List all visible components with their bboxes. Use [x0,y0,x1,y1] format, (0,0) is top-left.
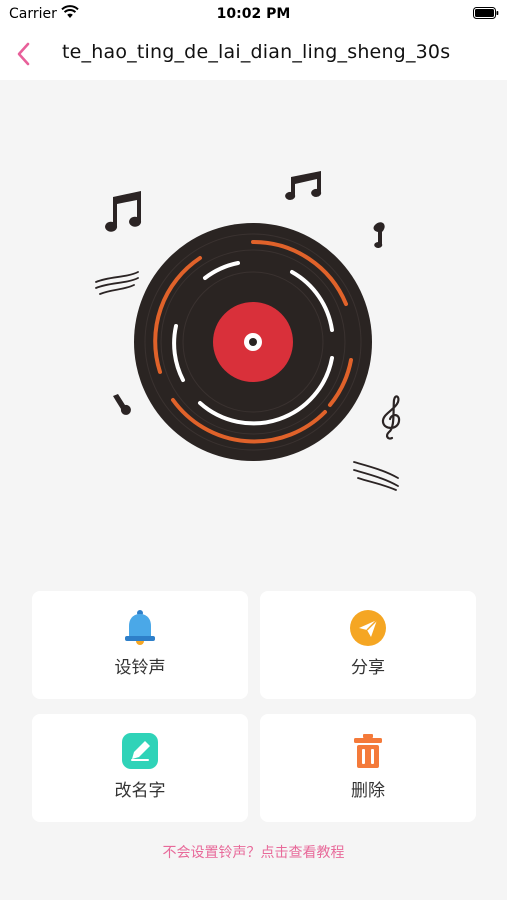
set-ringtone-label: 设铃声 [114,658,166,678]
delete-button[interactable]: 删除 [260,714,476,822]
sound-wave-icon [353,461,399,491]
music-note-icon [285,171,322,200]
record-illustration [0,80,507,570]
status-bar: Carrier 10:02 PM [0,0,507,28]
set-ringtone-button[interactable]: 设铃声 [32,591,248,699]
delete-label: 删除 [351,781,385,801]
music-note-icon [113,394,131,415]
share-button[interactable]: 分享 [260,591,476,699]
trash-icon [354,734,382,768]
treble-clef-icon [381,395,401,440]
send-icon [350,610,386,646]
music-note-icon [373,222,385,248]
tutorial-link[interactable]: 不会设置铃声？点击查看教程 [0,842,507,862]
edit-icon [122,733,158,769]
bell-icon [125,610,155,645]
status-time: 10:02 PM [216,6,291,22]
back-chevron-left-icon[interactable] [12,40,36,68]
nav-bar: te_hao_ting_de_lai_dian_ling_sheng_30s [0,28,507,80]
vinyl-record-graphic [95,171,401,491]
rename-label: 改名字 [114,781,166,801]
sound-wave-icon [95,271,139,295]
music-note-icon [105,191,142,232]
rename-button[interactable]: 改名字 [32,714,248,822]
share-label: 分享 [351,658,385,678]
page-title: te_hao_ting_de_lai_dian_ling_sheng_30s [62,41,451,63]
battery-icon [473,7,499,19]
